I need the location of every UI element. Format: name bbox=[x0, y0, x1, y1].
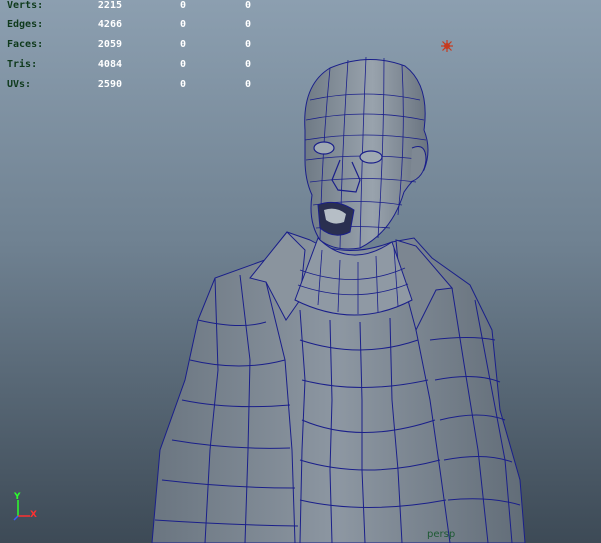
hud-value: 0 bbox=[179, 0, 186, 11]
hud-value: 0 bbox=[244, 19, 251, 30]
axis-gizmo bbox=[13, 500, 30, 521]
light-icon[interactable] bbox=[441, 40, 453, 52]
hud-label: Tris: bbox=[7, 59, 38, 70]
ear bbox=[409, 146, 427, 183]
hud-value: 0 bbox=[244, 59, 251, 70]
hud-value: 0 bbox=[244, 79, 251, 90]
hud-value: 2215 bbox=[97, 0, 122, 11]
hud-value: 0 bbox=[179, 59, 186, 70]
hud-value: 0 bbox=[244, 39, 251, 50]
hud-value: 0 bbox=[179, 19, 186, 30]
hud-label: Verts: bbox=[7, 0, 44, 11]
right-eye bbox=[359, 150, 383, 164]
hud-label: UVs: bbox=[7, 79, 32, 90]
hud-value: 2059 bbox=[97, 39, 122, 50]
hud-label: Faces: bbox=[7, 39, 44, 50]
hud-value: 4084 bbox=[97, 59, 122, 70]
hud-value: 2590 bbox=[97, 79, 122, 90]
hud-value: 0 bbox=[179, 79, 186, 90]
poly-count-hud: Verts: 2215 0 0 Edges: 4266 0 0 Faces: 2… bbox=[0, 0, 280, 100]
3d-viewport[interactable]: Verts: 2215 0 0 Edges: 4266 0 0 Faces: 2… bbox=[0, 0, 601, 543]
camera-name-label: persp bbox=[427, 529, 456, 540]
left-eye bbox=[313, 141, 335, 155]
hud-value: 0 bbox=[244, 0, 251, 11]
axis-label-y: Y bbox=[14, 492, 21, 502]
hud-value: 4266 bbox=[97, 19, 122, 30]
hud-value: 0 bbox=[179, 39, 186, 50]
axis-label-x: X bbox=[30, 510, 37, 520]
hud-label: Edges: bbox=[7, 19, 44, 30]
